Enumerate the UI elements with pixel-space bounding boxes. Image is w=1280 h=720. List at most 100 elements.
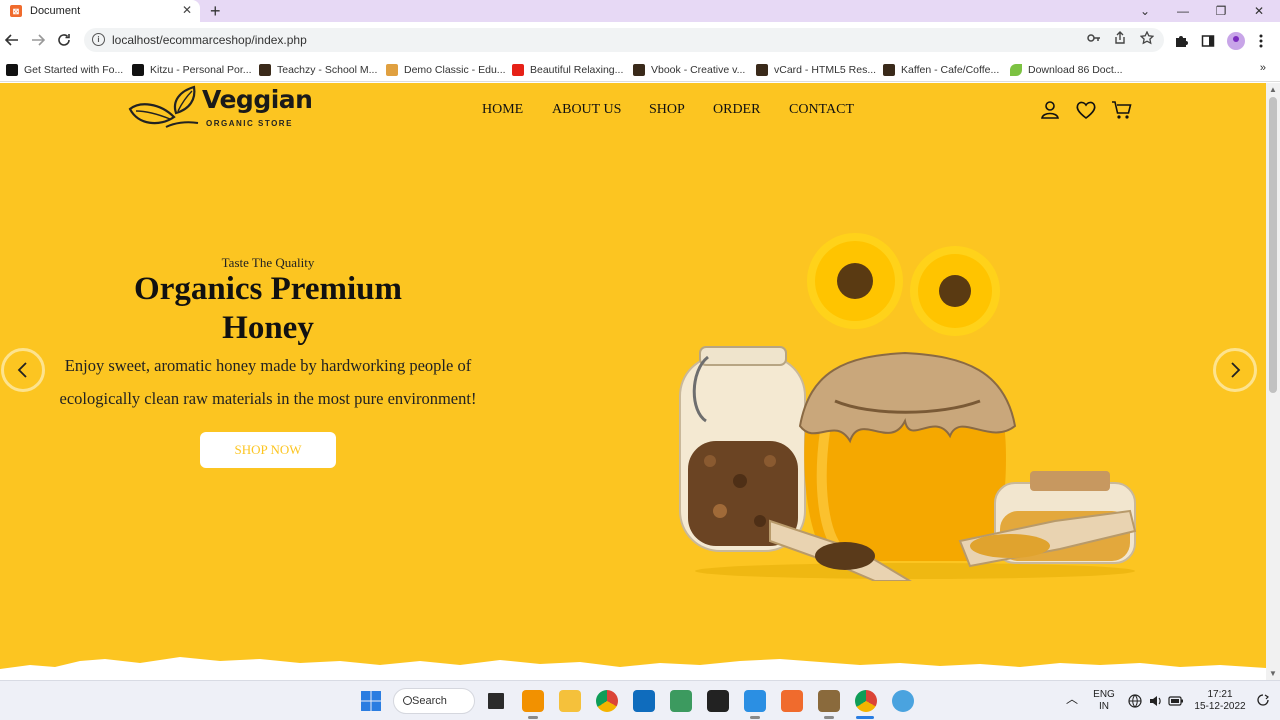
close-window-button[interactable]: ✕ [1240, 0, 1278, 22]
vscode-icon[interactable] [744, 690, 766, 712]
xampp-icon[interactable] [781, 690, 803, 712]
bookmark-item[interactable]: vCard - HTML5 Res... [756, 62, 876, 78]
leaf-logo-icon [128, 85, 199, 128]
new-tab-button[interactable]: + [210, 0, 221, 22]
bookmark-item[interactable]: Get Started with Fo... [6, 62, 123, 78]
battery-icon[interactable] [1168, 695, 1184, 707]
address-bar[interactable]: i localhost/ecommarceshop/index.php [84, 28, 1164, 52]
nav-shop[interactable]: SHOP [649, 102, 685, 118]
hero-section: Veggian ORGANIC STORE HOME ABOUT US SHOP… [0, 83, 1266, 680]
clock-time: 17:21 [1207, 689, 1233, 700]
reload-icon [58, 34, 70, 46]
bookmark-favicon-icon [6, 64, 18, 76]
extensions-puzzle-icon[interactable] [1172, 32, 1190, 50]
site-info-icon[interactable]: i [92, 33, 105, 46]
chrome-menu-icon[interactable] [1252, 32, 1270, 50]
bookmark-item[interactable]: Kitzu - Personal Por... [132, 62, 252, 78]
chrome-icon[interactable] [596, 690, 618, 712]
profile-avatar[interactable] [1227, 32, 1245, 50]
active-indicator [856, 716, 874, 719]
youtube-icon [512, 64, 524, 76]
forward-button[interactable] [28, 30, 48, 50]
excel-icon[interactable] [670, 690, 692, 712]
bookmark-favicon-icon [386, 64, 398, 76]
sublime-text-icon[interactable] [522, 690, 544, 712]
bookmark-favicon-icon [132, 64, 144, 76]
hero-description: Enjoy sweet, aromatic honey made by hard… [59, 356, 477, 408]
shop-now-button[interactable]: SHOP NOW [200, 432, 336, 468]
app-icon[interactable] [818, 690, 840, 712]
leaf-favicon-icon [1010, 64, 1022, 76]
scroll-down-icon[interactable]: ▼ [1269, 669, 1277, 678]
minimize-button[interactable]: — [1164, 0, 1202, 22]
tab-search-icon[interactable]: ⌄ [1126, 0, 1164, 22]
scroll-up-icon[interactable]: ▲ [1269, 85, 1277, 94]
task-view-icon[interactable] [485, 690, 507, 712]
honey-jars-image [679, 233, 1137, 581]
input-language[interactable]: ENG IN [1092, 689, 1116, 713]
browser-tab-bar: ⊠ Document ✕ + ⌄ — ❐ ✕ [0, 0, 1280, 22]
nav-home[interactable]: HOME [482, 102, 523, 118]
chevron-left-icon [17, 362, 27, 378]
windows-start-icon[interactable] [360, 690, 382, 712]
bookmarks-bar: Get Started with Fo... Kitzu - Personal … [0, 58, 1280, 82]
back-button[interactable] [2, 30, 22, 50]
chevron-right-icon [1231, 362, 1241, 378]
chrome-active-icon[interactable] [855, 690, 877, 712]
shopping-cart-icon[interactable] [1110, 98, 1134, 122]
torn-paper-divider [0, 657, 1266, 680]
key-icon[interactable] [1084, 28, 1104, 48]
forward-arrow-icon [32, 34, 45, 46]
side-panel-icon[interactable] [1199, 32, 1217, 50]
page-scrollbar[interactable]: ▲ ▼ [1266, 83, 1280, 680]
bookmark-item[interactable]: Kaffen - Cafe/Coffe... [883, 62, 999, 78]
sunflower-left [807, 233, 903, 329]
running-indicator [750, 716, 760, 719]
share-icon[interactable] [1110, 28, 1130, 48]
bookmark-favicon-icon [633, 64, 645, 76]
bookmark-item[interactable]: Vbook - Creative v... [633, 62, 745, 78]
network-globe-icon[interactable] [1128, 694, 1142, 708]
clock-date: 15-12-2022 [1194, 701, 1246, 712]
site-logo[interactable]: Veggian ORGANIC STORE [126, 83, 326, 135]
wishlist-heart-icon[interactable] [1074, 98, 1098, 122]
browser-toolbar: i localhost/ecommarceshop/index.php [0, 22, 1280, 58]
running-indicator [824, 716, 834, 719]
browser-tab[interactable]: ⊠ Document ✕ [0, 0, 200, 22]
maximize-button[interactable]: ❐ [1202, 0, 1240, 22]
notification-icon[interactable] [1256, 694, 1270, 708]
xampp-favicon-icon: ⊠ [10, 5, 22, 17]
bookmark-item[interactable]: Beautiful Relaxing... [512, 62, 623, 78]
globe-app-icon[interactable] [892, 690, 914, 712]
bookmark-favicon-icon [756, 64, 768, 76]
bookmarks-overflow-icon[interactable]: » [1260, 62, 1266, 74]
windows-taskbar: Search ︿ ENG IN 17:21 15-12-2022 [0, 680, 1280, 720]
system-clock[interactable]: 17:21 15-12-2022 [1192, 689, 1248, 713]
bookmark-item[interactable]: Download 86 Doct... [1010, 62, 1123, 78]
bookmark-star-icon[interactable] [1137, 28, 1157, 48]
volume-icon[interactable] [1148, 694, 1162, 708]
taskbar-search[interactable]: Search [393, 688, 475, 714]
slider-prev-button[interactable] [1, 348, 45, 392]
scrollbar-thumb[interactable] [1269, 97, 1277, 393]
hero-tagline: Taste The Quality [221, 255, 315, 270]
nav-contact[interactable]: CONTACT [789, 102, 854, 118]
sunflower-right [910, 246, 1000, 336]
nav-about-us[interactable]: ABOUT US [552, 102, 621, 118]
url-text: localhost/ecommarceshop/index.php [112, 33, 307, 47]
reload-button[interactable] [54, 30, 74, 50]
user-account-icon[interactable] [1038, 98, 1062, 122]
bookmark-item[interactable]: Teachzy - School M... [259, 62, 377, 78]
nav-order[interactable]: ORDER [713, 102, 760, 118]
tab-title: Document [30, 5, 81, 17]
taskbar-search-label: Search [412, 695, 447, 707]
slider-next-button[interactable] [1213, 348, 1257, 392]
bookmark-favicon-icon [883, 64, 895, 76]
tab-close-icon[interactable]: ✕ [182, 3, 192, 17]
tray-overflow-icon[interactable]: ︿ [1066, 693, 1078, 705]
logo-subtitle: ORGANIC STORE [206, 119, 293, 128]
outlook-icon[interactable] [633, 690, 655, 712]
file-explorer-icon[interactable] [559, 690, 581, 712]
screen-recorder-icon[interactable] [707, 690, 729, 712]
bookmark-item[interactable]: Demo Classic - Edu... [386, 62, 506, 78]
